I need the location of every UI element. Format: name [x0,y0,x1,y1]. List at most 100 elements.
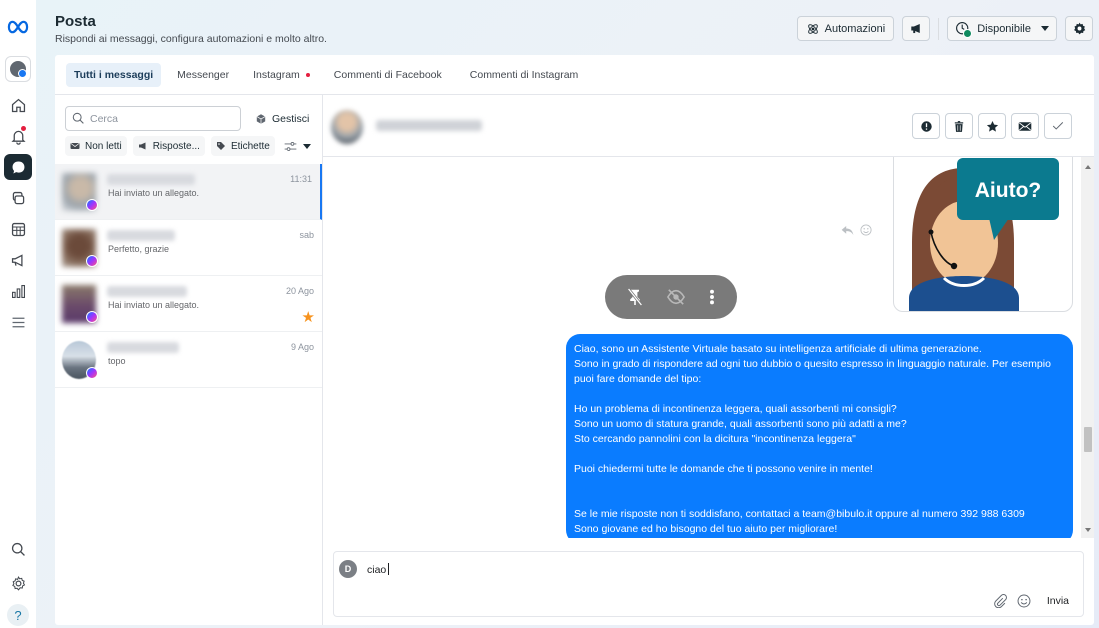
page-header: Posta Rispondi ai messaggi, configura au… [55,13,327,45]
contact-avatar [62,341,98,379]
text-cursor [388,563,390,575]
search-input[interactable] [90,112,230,125]
filter-replies[interactable]: Risposte... [132,136,205,156]
settings-gear-icon[interactable] [4,570,32,596]
mark-spam-button[interactable] [912,113,940,139]
tab-instagram-comments[interactable]: Commenti di Instagram [462,63,587,87]
tab-messenger[interactable]: Messenger [169,63,237,87]
more-options-icon[interactable] [709,289,715,305]
conversation-item[interactable]: Hai inviato un allegato. 11:31 [55,164,322,220]
image-caption: Aiuto? [975,179,1041,202]
page-subtitle: Rispondi ai messaggi, configura automazi… [55,33,327,45]
megaphone-icon [910,23,920,34]
unpin-icon[interactable] [627,288,643,306]
header-actions: Automazioni Disponibile [796,16,1093,41]
contact-avatar [62,285,98,323]
messenger-badge-icon [86,199,98,211]
facebook-badge-icon [18,69,27,78]
inbox-panel: Tutti i messaggi Messenger Instagram Com… [55,55,1094,625]
scroll-down-arrow-icon[interactable] [1085,528,1091,532]
tab-facebook-comments[interactable]: Commenti di Facebook [326,63,450,87]
emoji-icon[interactable] [1017,594,1031,608]
scrollbar-thumb[interactable] [1084,427,1092,452]
react-emoji-icon[interactable] [860,224,872,236]
notifications-bell-icon[interactable] [4,123,32,149]
inbox-tabs: Tutti i messaggi Messenger Instagram Com… [55,55,1094,95]
mark-unread-button[interactable] [1011,113,1039,139]
conversation-thread: Aiuto? Ciao, sono un Assistente Virtuale… [323,95,1094,625]
manage-button[interactable]: Gestisci [255,113,309,125]
trash-icon [954,120,964,132]
tab-instagram[interactable]: Instagram [245,63,318,87]
conversation-item[interactable]: topo 9 Ago [55,332,322,388]
attachment-paperclip-icon[interactable] [993,594,1007,608]
outgoing-message-bubble: Ciao, sono un Assistente Virtuale basato… [566,334,1073,538]
envelope-icon [1018,121,1032,131]
filter-options-dropdown[interactable] [284,141,311,152]
message-history: Aiuto? Ciao, sono un Assistente Virtuale… [323,157,1094,538]
send-button[interactable]: Invia [1047,595,1069,607]
contact-avatar [62,173,98,211]
divider [938,17,940,40]
filter-unread[interactable]: Non letti [65,136,127,156]
starred-star-icon[interactable]: ★ [302,308,315,326]
conversation-item[interactable]: Perfetto, grazie sab [55,220,322,276]
checkmark-icon [1052,122,1064,130]
mark-done-button[interactable] [1044,113,1072,139]
gear-icon [1073,22,1085,35]
conversation-item[interactable]: Hai inviato un allegato. 20 Ago ★ [55,276,322,332]
automations-atom-icon [807,23,818,34]
contact-avatar [62,229,98,267]
help-icon[interactable]: ? [7,604,29,626]
search-box[interactable] [65,106,241,131]
conversation-list: Hai inviato un allegato. 11:31 Perfetto,… [55,164,322,388]
floating-toolbar [605,275,737,319]
ads-megaphone-icon[interactable] [4,247,32,273]
scroll-up-arrow-icon[interactable] [1085,165,1091,169]
cube-icon [256,113,266,124]
automations-button[interactable]: Automazioni [796,16,895,41]
message-input[interactable]: ciao [367,563,390,576]
contact-name-blurred [107,286,187,297]
envelope-icon [70,143,80,149]
thread-scrollbar[interactable] [1081,157,1094,538]
page-avatar[interactable] [5,56,31,82]
unread-dot [305,72,310,77]
caret-down-icon [1041,26,1049,31]
home-icon[interactable] [4,92,32,118]
menu-hamburger-icon[interactable] [4,309,32,335]
megaphone-icon [138,142,146,150]
meta-logo-icon[interactable] [5,14,31,40]
contact-name-blurred [107,174,195,185]
nav-rail: ? [0,0,36,628]
page-title: Posta [55,13,96,30]
star-button[interactable] [978,113,1006,139]
caret-down-icon [302,143,311,149]
notification-dot [21,126,26,131]
content-pages-icon[interactable] [4,185,32,211]
settings-button[interactable] [1065,16,1093,41]
availability-status-dropdown[interactable]: Disponibile [947,16,1057,41]
contact-name-blurred[interactable] [376,120,482,131]
tag-icon [216,142,225,150]
image-attachment[interactable]: Aiuto? [893,157,1073,312]
promote-megaphone-button[interactable] [902,16,931,41]
contact-avatar[interactable] [331,110,363,144]
mute-notifications-icon[interactable] [666,288,686,306]
delete-button[interactable] [945,113,973,139]
star-icon [986,120,998,132]
messenger-badge-icon [86,255,98,267]
messenger-badge-icon [86,367,98,379]
search-icon[interactable] [4,536,32,562]
planner-calendar-icon[interactable] [4,216,32,242]
filter-labels[interactable]: Etichette [210,136,275,156]
reply-icon[interactable] [841,225,854,236]
conversation-list-pane: Gestisci Non letti Risposte... Etichette [55,95,323,625]
contact-name-blurred [107,230,175,241]
insights-chart-icon[interactable] [4,278,32,304]
user-avatar: D [339,560,357,578]
inbox-chat-icon[interactable] [4,154,32,180]
contact-name-blurred [107,342,179,353]
tab-all-messages[interactable]: Tutti i messaggi [66,62,162,87]
message-composer[interactable]: D ciao Invia [333,551,1084,617]
